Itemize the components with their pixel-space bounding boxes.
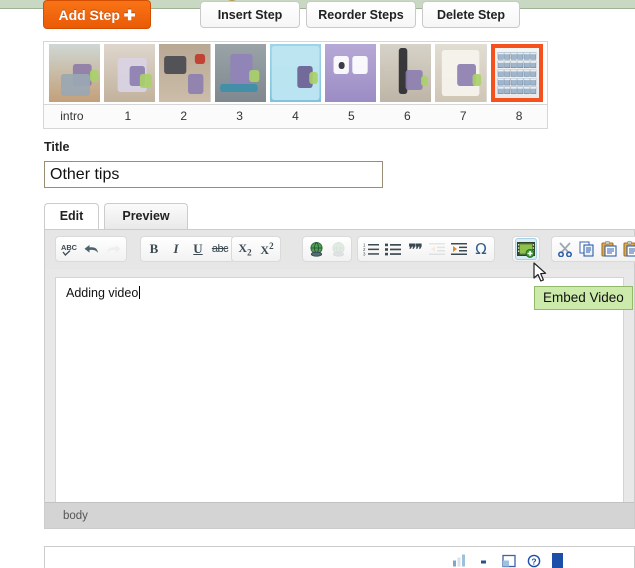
dot-icon[interactable]: [477, 553, 491, 568]
toolbar-group-history: ABC: [55, 236, 127, 262]
plus-icon: ✚: [123, 7, 136, 23]
step-thumbnail[interactable]: [435, 44, 487, 102]
editor-toolbar: ABC B I Uabc X2 X2 1 2 3 ❞❞ Ω: [45, 230, 635, 269]
svg-text:3: 3: [363, 252, 366, 256]
delete-step-button[interactable]: Delete Step: [422, 1, 520, 28]
special-character-icon[interactable]: Ω: [470, 238, 492, 260]
step-thumbnail-row: [44, 42, 547, 104]
step-thumbnail[interactable]: [49, 44, 101, 102]
embed-video-tooltip: Embed Video: [534, 286, 633, 310]
svg-text:ABC: ABC: [61, 243, 77, 252]
help-icon[interactable]: ?: [527, 553, 541, 568]
step-label[interactable]: 4: [268, 105, 324, 128]
add-step-button[interactable]: Add Step ✚: [43, 0, 151, 29]
step-thumbnail[interactable]: [380, 44, 432, 102]
editor-body-text: Adding video: [66, 286, 139, 300]
rich-text-editor: ABC B I Uabc X2 X2 1 2 3 ❞❞ Ω Adding video body: [44, 229, 635, 529]
chart-icon[interactable]: [452, 553, 466, 568]
editor-text-body[interactable]: Adding video: [55, 277, 624, 504]
step-label[interactable]: 7: [435, 105, 491, 128]
toolbar-group-script: X2 X2: [231, 236, 281, 262]
window-icon[interactable]: [502, 553, 516, 568]
paste-text-icon[interactable]: [620, 238, 635, 260]
underline-icon[interactable]: U: [187, 238, 209, 260]
step-label[interactable]: 8: [491, 105, 547, 128]
step-thumbnail[interactable]: [159, 44, 211, 102]
step-thumbnail[interactable]: [325, 44, 377, 102]
step-thumbnail[interactable]: [104, 44, 156, 102]
embed-video-icon[interactable]: [515, 238, 537, 260]
step-label[interactable]: 6: [379, 105, 435, 128]
add-step-label: Add Step: [58, 7, 120, 23]
toolbar-group-clipboard: [551, 236, 635, 262]
tab-edit[interactable]: Edit: [44, 203, 99, 229]
unlink-icon: [327, 238, 349, 260]
bottom-icon-row: ?: [452, 553, 563, 568]
app-screen: Add Step ✚ Insert Step Reorder Steps Del…: [0, 0, 635, 568]
toolbar-group-lists: 1 2 3 ❞❞ Ω: [357, 236, 495, 262]
copy-icon[interactable]: [576, 238, 598, 260]
numbered-list-icon[interactable]: 123: [360, 238, 382, 260]
increase-indent-icon[interactable]: [448, 238, 470, 260]
superscript-icon[interactable]: X2: [256, 238, 278, 260]
cut-icon[interactable]: [554, 238, 576, 260]
insert-link-icon[interactable]: [305, 238, 327, 260]
tab-preview[interactable]: Preview: [104, 203, 188, 229]
bold-icon[interactable]: B: [143, 238, 165, 260]
editor-element-path: body: [45, 502, 634, 528]
reorder-steps-button[interactable]: Reorder Steps: [306, 1, 416, 28]
step-label-row: intro 1 2 3 4 5 6 7 8: [44, 104, 547, 128]
paste-icon[interactable]: [598, 238, 620, 260]
strikethrough-icon[interactable]: abc: [209, 238, 231, 260]
insert-step-button[interactable]: Insert Step: [200, 1, 300, 28]
toolbar-group-media: [512, 236, 540, 262]
title-field-label: Title: [44, 140, 70, 154]
toolbar-group-link: [302, 236, 352, 262]
step-label[interactable]: 2: [156, 105, 212, 128]
toolbar-group-text-format: B I Uabc: [140, 236, 234, 262]
step-thumbnail[interactable]: [490, 44, 543, 102]
step-label[interactable]: 3: [212, 105, 268, 128]
bulleted-list-icon[interactable]: [382, 238, 404, 260]
step-thumbnail[interactable]: [269, 44, 322, 102]
italic-icon[interactable]: I: [165, 238, 187, 260]
step-label[interactable]: 5: [323, 105, 379, 128]
title-input[interactable]: [44, 161, 383, 188]
svg-text:?: ?: [531, 557, 536, 567]
spellcheck-icon[interactable]: ABC: [58, 238, 80, 260]
decrease-indent-icon: [426, 238, 448, 260]
step-label[interactable]: intro: [44, 105, 100, 128]
step-thumbnail[interactable]: [214, 44, 266, 102]
undo-icon[interactable]: [80, 238, 102, 260]
text-caret: [139, 286, 141, 299]
redo-icon: [102, 238, 124, 260]
status-block-icon: [552, 553, 563, 568]
step-label[interactable]: 1: [100, 105, 156, 128]
step-thumbnail-strip: intro 1 2 3 4 5 6 7 8: [43, 41, 548, 129]
subscript-icon[interactable]: X2: [234, 238, 256, 260]
blockquote-icon[interactable]: ❞❞: [404, 238, 426, 260]
